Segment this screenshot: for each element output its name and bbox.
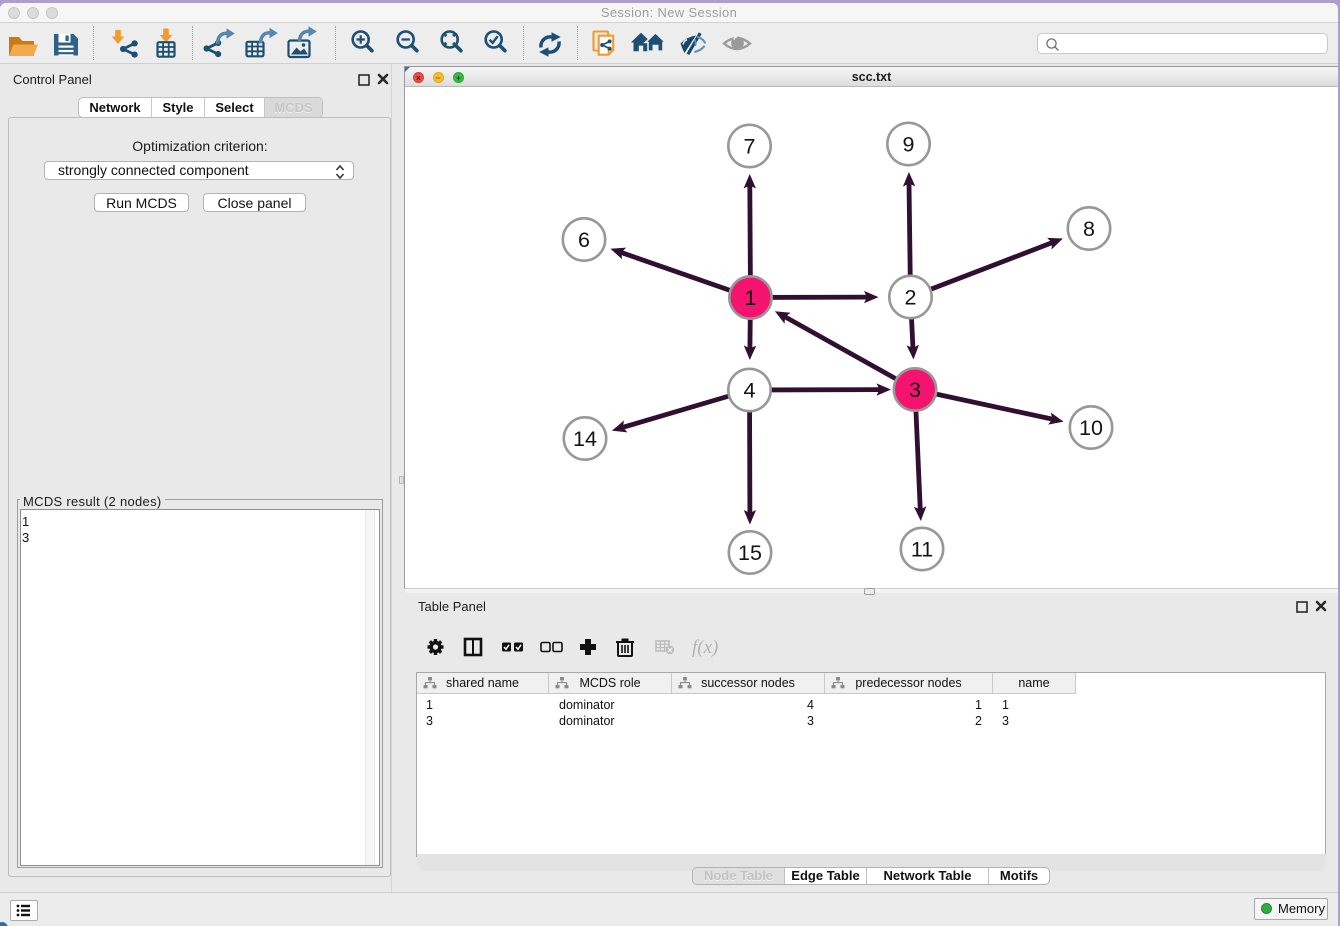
svg-text:14: 14 — [573, 427, 597, 451]
svg-text:3: 3 — [909, 378, 921, 402]
svg-text:4: 4 — [744, 379, 756, 403]
svg-text:10: 10 — [1079, 416, 1103, 440]
svg-text:11: 11 — [911, 538, 933, 562]
svg-text:8: 8 — [1083, 217, 1095, 241]
svg-text:f(x): f(x) — [692, 637, 718, 658]
svg-text:15: 15 — [738, 541, 762, 565]
svg-text:6: 6 — [578, 228, 590, 252]
svg-text:2: 2 — [905, 286, 917, 310]
svg-text:1: 1 — [745, 286, 757, 310]
svg-text:7: 7 — [744, 135, 756, 159]
svg-text:9: 9 — [903, 133, 915, 157]
